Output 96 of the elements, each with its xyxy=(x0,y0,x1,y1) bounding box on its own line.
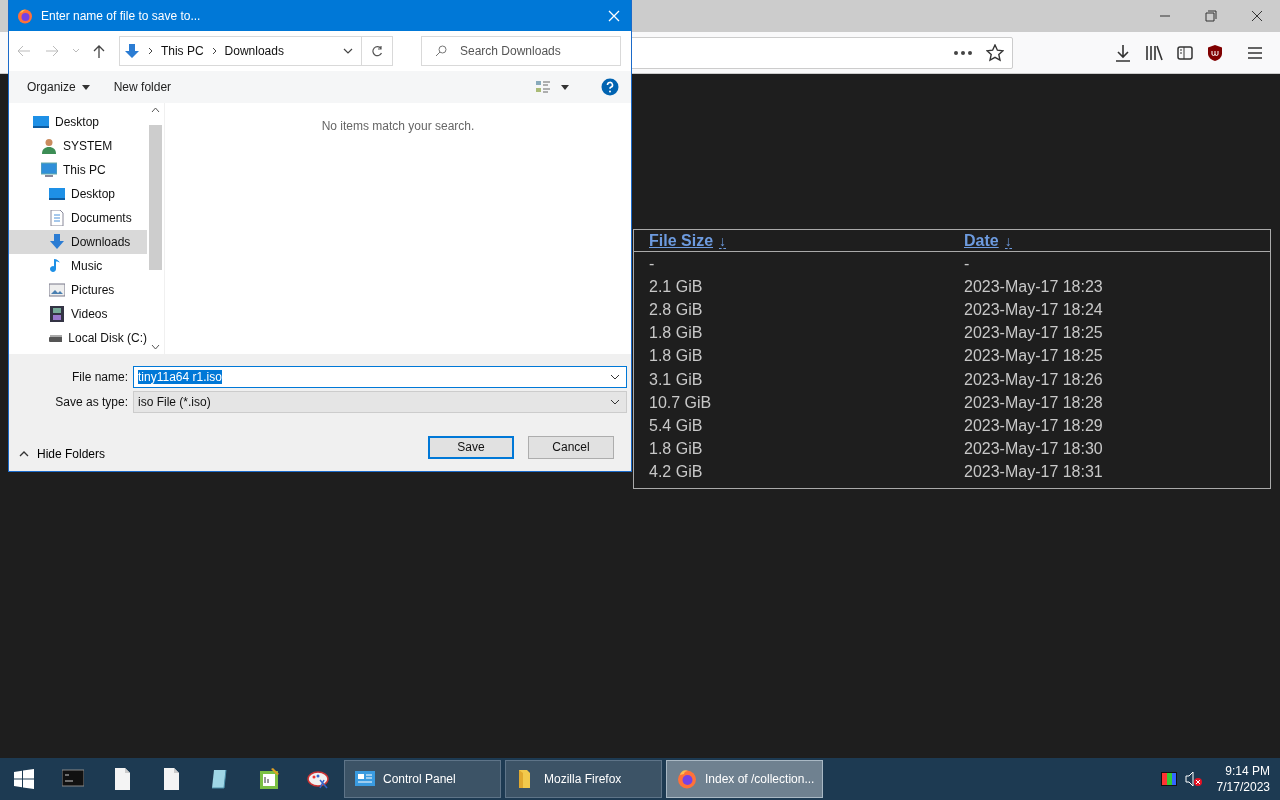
caret-icon xyxy=(81,84,90,90)
file-size-cell-text: 1.8 GiB xyxy=(649,324,704,343)
windows-logo-icon xyxy=(14,769,34,789)
up-icon[interactable] xyxy=(93,44,105,58)
date-cell-text: 2023-May-17 18:29 xyxy=(964,416,1104,435)
close-icon xyxy=(1251,10,1263,22)
menu-icon[interactable] xyxy=(1247,45,1263,60)
folder-tree-item[interactable]: Documents xyxy=(9,206,147,230)
file-size-cell-text: 3.1 GiB xyxy=(649,370,704,389)
date-cell-text: - xyxy=(964,254,971,273)
desktop-icon xyxy=(33,114,49,130)
organize-menu[interactable]: Organize xyxy=(19,76,98,98)
star-icon[interactable] xyxy=(986,43,1004,62)
palette-icon[interactable] xyxy=(306,768,329,790)
empty-message: No items match your search. xyxy=(321,119,475,135)
documents-icon xyxy=(49,210,65,226)
breadcrumb-item[interactable]: Downloads xyxy=(224,44,284,58)
caret-icon xyxy=(19,451,29,457)
field-label: File name: xyxy=(70,370,129,384)
help-icon[interactable] xyxy=(601,78,619,96)
taskbar-button[interactable]: Mozilla Firefox xyxy=(505,760,662,798)
download-arrow-icon xyxy=(123,43,140,59)
file-size-cell-text: 10.7 GiB xyxy=(649,393,713,412)
file-size-cell-text: 1.8 GiB xyxy=(649,440,704,459)
folder-tree-item[interactable]: Desktop xyxy=(9,110,147,134)
date-cell-text: 2023-May-17 18:25 xyxy=(964,324,1104,343)
library-icon[interactable] xyxy=(1145,44,1163,61)
dropdown-caret-icon[interactable] xyxy=(343,48,354,54)
date-cell-text: 2023-May-17 18:28 xyxy=(964,393,1104,412)
caret-icon[interactable] xyxy=(561,84,569,90)
fox-logo-icon xyxy=(677,769,697,789)
downloads-icon xyxy=(49,234,65,250)
date-cell-text: 2023-May-17 18:25 xyxy=(964,347,1104,366)
refresh-icon xyxy=(371,45,384,57)
more-icon[interactable] xyxy=(954,50,972,55)
date-cell-text: 2023-May-17 18:31 xyxy=(964,463,1104,482)
shield-icon[interactable] xyxy=(1207,43,1223,62)
dropdown-caret-icon[interactable] xyxy=(610,374,620,380)
pc-icon xyxy=(41,162,57,178)
muted-speaker-icon[interactable] xyxy=(1184,771,1203,787)
new-folder-button[interactable]: New folder xyxy=(105,76,180,98)
column-header-link[interactable]: Date xyxy=(964,232,999,250)
sort-mark[interactable]: ↓ xyxy=(719,234,727,249)
date-cell-text: 2023-May-17 18:26 xyxy=(964,370,1104,389)
file-size-cell-text: 1.8 GiB xyxy=(649,347,704,366)
folder-tree-item[interactable]: Music xyxy=(9,254,147,278)
taskbar-button[interactable]: Control Panel xyxy=(344,760,501,798)
dropdown-caret-icon[interactable] xyxy=(610,399,620,405)
terminal-icon[interactable] xyxy=(61,768,84,790)
restore-icon xyxy=(1205,10,1217,22)
user-icon xyxy=(41,138,57,154)
folder-tree-item[interactable]: This PC xyxy=(9,158,147,182)
refresh-button[interactable] xyxy=(362,36,393,66)
folder-tree-item[interactable]: Videos xyxy=(9,302,147,326)
clock[interactable]: 9:14 PM 7/17/2023 xyxy=(1216,763,1270,795)
file-size-cell-text: 4.2 GiB xyxy=(649,463,704,482)
file-name-field[interactable]: tiny11a64 r1.iso xyxy=(133,366,627,388)
date-cell-text: 2023-May-17 18:23 xyxy=(964,277,1104,296)
save-button[interactable]: Save xyxy=(428,435,514,459)
folder-tree-item[interactable]: Desktop xyxy=(9,182,147,206)
date-cell-text: 2023-May-17 18:30 xyxy=(964,440,1104,459)
search-field[interactable]: Search Downloads xyxy=(421,36,621,66)
breadcrumb-bar[interactable]: This PC Downloads xyxy=(118,36,363,66)
control-panel-icon xyxy=(355,769,375,789)
file-size-cell-text: 2.8 GiB xyxy=(649,300,704,319)
pictures-icon xyxy=(49,282,65,298)
search-icon xyxy=(435,45,447,57)
file-size-cell-text: 2.1 GiB xyxy=(649,277,704,296)
hide-folders-button[interactable]: Hide Folders xyxy=(19,447,106,461)
scroll-down-icon[interactable] xyxy=(150,344,160,350)
sort-mark[interactable]: ↓ xyxy=(1004,234,1012,249)
fox-logo-icon xyxy=(17,7,33,24)
videos-icon xyxy=(49,306,65,322)
column-header-link[interactable]: File Size xyxy=(649,232,714,250)
taskbar-button[interactable]: Index of /collection... xyxy=(666,760,823,798)
chevron-icon[interactable] xyxy=(211,47,217,55)
sidebar-icon[interactable] xyxy=(1177,45,1193,60)
folder-tree-item[interactable]: Downloads xyxy=(9,230,147,254)
chevron-icon[interactable] xyxy=(147,47,153,55)
file-type-dropdown[interactable]: iso File (*.iso) xyxy=(133,391,627,413)
color-icon[interactable] xyxy=(1160,772,1177,786)
file-size-cell-text: - xyxy=(649,254,656,273)
cancel-button[interactable]: Cancel xyxy=(528,435,614,459)
download-icon[interactable] xyxy=(1115,43,1131,62)
date-cell-text: 2023-May-17 18:24 xyxy=(964,300,1104,319)
breadcrumb-item[interactable]: This PC xyxy=(160,44,204,58)
desktop-icon xyxy=(49,186,65,202)
scroll-up-icon[interactable] xyxy=(150,107,160,113)
close-icon xyxy=(608,9,620,22)
folder-tree-item[interactable]: Pictures xyxy=(9,278,147,302)
folder-tree-item[interactable]: Local Disk (C:) xyxy=(9,326,147,350)
chart-icon[interactable] xyxy=(257,768,280,790)
folder-tree-item[interactable]: SYSTEM xyxy=(9,134,147,158)
file-size-cell-text: 5.4 GiB xyxy=(649,416,704,435)
dialog-title: Enter name of file to save to... xyxy=(41,8,202,23)
field-label: Save as type: xyxy=(54,395,129,409)
